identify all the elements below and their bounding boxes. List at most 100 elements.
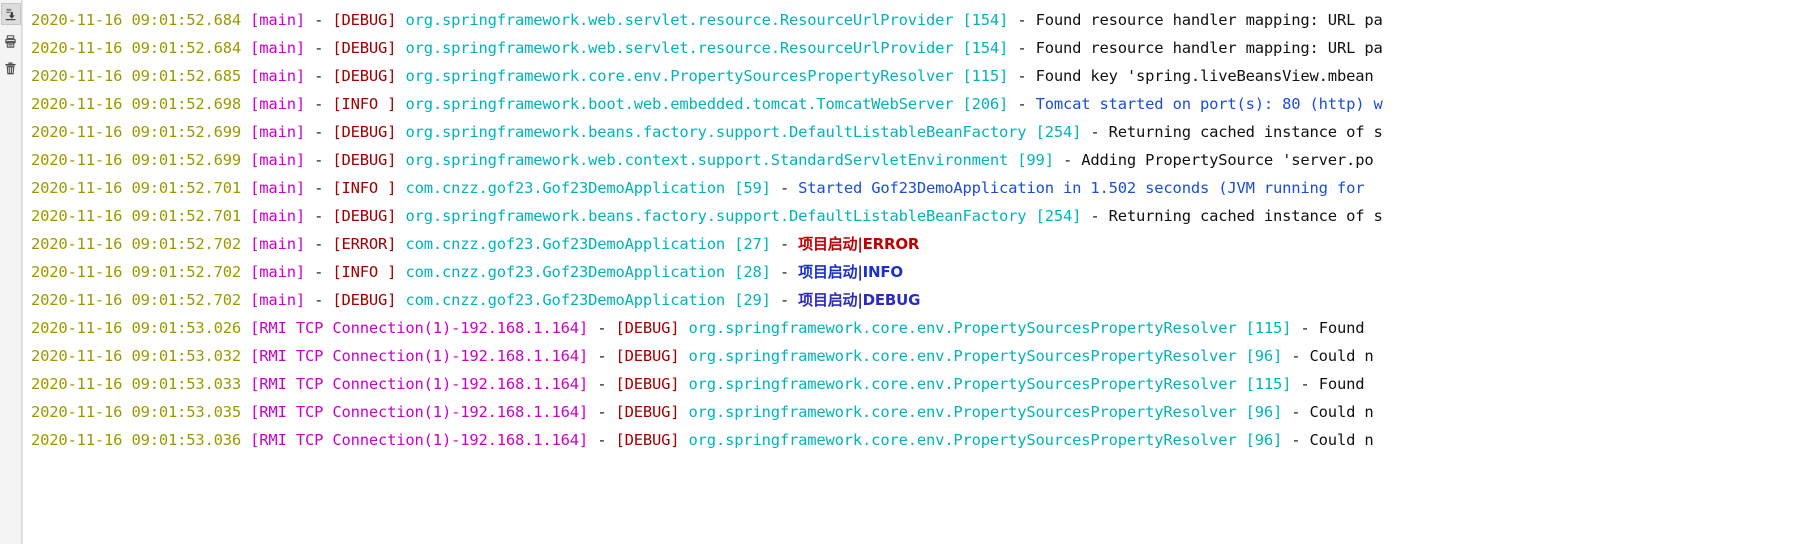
log-dash: - xyxy=(1282,431,1310,449)
log-lineno: [115] xyxy=(1245,375,1292,393)
log-sep: - xyxy=(588,403,616,421)
log-timestamp: 2020-11-16 09:01:53.036 xyxy=(31,431,242,449)
log-line[interactable]: 2020-11-16 09:01:53.032 [RMI TCP Connect… xyxy=(31,342,1810,370)
log-logger: com.cnzz.gof23.Gof23DemoApplication xyxy=(405,179,726,197)
log-line[interactable]: 2020-11-16 09:01:52.702 [main] - [DEBUG]… xyxy=(31,286,1810,314)
log-level: [DEBUG] xyxy=(615,403,680,421)
log-level: [DEBUG] xyxy=(615,431,680,449)
log-message: Started Gof23DemoApplication in 1.502 se… xyxy=(798,179,1374,197)
log-line[interactable]: 2020-11-16 09:01:52.684 [main] - [DEBUG]… xyxy=(31,6,1810,34)
log-timestamp: 2020-11-16 09:01:52.702 xyxy=(31,291,242,309)
log-logger: org.springframework.web.context.support.… xyxy=(405,151,1009,169)
log-message: Found resource handler mapping: URL pa xyxy=(1035,11,1383,29)
log-lineno: [29] xyxy=(734,291,771,309)
log-message: 项目启动|DEBUG xyxy=(798,291,921,309)
log-dash: - xyxy=(770,263,799,281)
log-line[interactable]: 2020-11-16 09:01:52.698 [main] - [INFO ]… xyxy=(31,90,1810,118)
log-dash: - xyxy=(1282,347,1310,365)
log-logger: org.springframework.core.env.PropertySou… xyxy=(405,67,954,85)
log-level: [DEBUG] xyxy=(332,291,397,309)
log-lineno: [154] xyxy=(962,11,1009,29)
log-message: Adding PropertySource 'server.po xyxy=(1081,151,1374,169)
log-thread: [main] xyxy=(250,67,305,85)
print-icon xyxy=(4,34,17,48)
log-thread: [RMI TCP Connection(1)-192.168.1.164] xyxy=(250,347,589,365)
log-lineno: [96] xyxy=(1245,431,1283,449)
log-lineno: [96] xyxy=(1245,347,1283,365)
log-line[interactable]: 2020-11-16 09:01:52.702 [main] - [INFO ]… xyxy=(31,258,1810,286)
log-line[interactable]: 2020-11-16 09:01:53.036 [RMI TCP Connect… xyxy=(31,426,1810,454)
log-logger: org.springframework.web.servlet.resource… xyxy=(405,39,954,57)
log-dash: - xyxy=(770,179,799,197)
log-line[interactable]: 2020-11-16 09:01:52.684 [main] - [DEBUG]… xyxy=(31,34,1810,62)
log-dash: - xyxy=(1008,67,1036,85)
log-logger: com.cnzz.gof23.Gof23DemoApplication xyxy=(405,235,726,253)
log-lineno: [206] xyxy=(962,95,1009,113)
log-dash: - xyxy=(1282,403,1310,421)
log-level: [DEBUG] xyxy=(615,319,680,337)
log-level: [DEBUG] xyxy=(615,375,680,393)
log-thread: [RMI TCP Connection(1)-192.168.1.164] xyxy=(250,403,589,421)
export-button[interactable] xyxy=(0,3,21,25)
log-thread: [RMI TCP Connection(1)-192.168.1.164] xyxy=(250,375,589,393)
log-line[interactable]: 2020-11-16 09:01:52.699 [main] - [DEBUG]… xyxy=(31,118,1810,146)
log-message: 项目启动|ERROR xyxy=(798,235,920,253)
log-level: [INFO ] xyxy=(332,179,397,197)
log-line[interactable]: 2020-11-16 09:01:52.685 [main] - [DEBUG]… xyxy=(31,62,1810,90)
log-dash: - xyxy=(1008,11,1036,29)
log-timestamp: 2020-11-16 09:01:52.699 xyxy=(31,123,242,141)
log-thread: [main] xyxy=(250,207,305,225)
log-lineno: [96] xyxy=(1245,403,1283,421)
log-sep: - xyxy=(588,431,616,449)
log-sep: - xyxy=(304,291,333,309)
delete-button[interactable] xyxy=(1,57,21,79)
log-sep: - xyxy=(588,319,616,337)
left-toolbar xyxy=(0,0,22,544)
log-level: [DEBUG] xyxy=(332,207,397,225)
log-line[interactable]: 2020-11-16 09:01:52.699 [main] - [DEBUG]… xyxy=(31,146,1810,174)
log-logger: com.cnzz.gof23.Gof23DemoApplication xyxy=(405,291,726,309)
log-message: Found resource handler mapping: URL pa xyxy=(1035,39,1383,57)
log-lineno: [27] xyxy=(734,235,771,253)
log-line[interactable]: 2020-11-16 09:01:52.701 [main] - [DEBUG]… xyxy=(31,202,1810,230)
log-level: [DEBUG] xyxy=(332,123,397,141)
log-message: Could n xyxy=(1309,347,1374,365)
log-logger: org.springframework.core.env.PropertySou… xyxy=(688,375,1237,393)
log-lineno: [254] xyxy=(1035,207,1082,225)
log-logger: com.cnzz.gof23.Gof23DemoApplication xyxy=(405,263,726,281)
log-sep: - xyxy=(304,207,333,225)
log-line[interactable]: 2020-11-16 09:01:53.035 [RMI TCP Connect… xyxy=(31,398,1810,426)
log-timestamp: 2020-11-16 09:01:52.684 xyxy=(31,11,242,29)
log-thread: [main] xyxy=(250,179,305,197)
log-timestamp: 2020-11-16 09:01:52.684 xyxy=(31,39,242,57)
log-logger: org.springframework.web.servlet.resource… xyxy=(405,11,954,29)
log-level: [DEBUG] xyxy=(332,151,397,169)
log-line[interactable]: 2020-11-16 09:01:52.701 [main] - [INFO ]… xyxy=(31,174,1810,202)
log-logger: org.springframework.beans.factory.suppor… xyxy=(405,207,1027,225)
log-sep: - xyxy=(304,235,333,253)
log-dash: - xyxy=(1081,123,1109,141)
log-timestamp: 2020-11-16 09:01:52.699 xyxy=(31,151,242,169)
log-logger: org.springframework.core.env.PropertySou… xyxy=(688,403,1237,421)
log-output-pane[interactable]: 2020-11-16 09:01:52.684 [main] - [DEBUG]… xyxy=(22,0,1810,544)
log-line[interactable]: 2020-11-16 09:01:53.033 [RMI TCP Connect… xyxy=(31,370,1810,398)
log-lineno: [115] xyxy=(962,67,1009,85)
log-message: Found xyxy=(1318,375,1374,393)
log-lineno: [59] xyxy=(734,179,771,197)
log-message: Found key 'spring.liveBeansView.mbean xyxy=(1035,67,1374,85)
log-dash: - xyxy=(770,235,799,253)
log-line[interactable]: 2020-11-16 09:01:52.702 [main] - [ERROR]… xyxy=(31,230,1810,258)
log-lineno: [154] xyxy=(962,39,1009,57)
log-timestamp: 2020-11-16 09:01:52.701 xyxy=(31,179,242,197)
trash-icon xyxy=(4,61,17,75)
log-sep: - xyxy=(304,11,333,29)
log-level: [DEBUG] xyxy=(332,11,397,29)
print-button[interactable] xyxy=(1,30,21,52)
log-viewer-window: 2020-11-16 09:01:52.684 [main] - [DEBUG]… xyxy=(0,0,1810,544)
log-sep: - xyxy=(304,123,333,141)
log-line[interactable]: 2020-11-16 09:01:53.026 [RMI TCP Connect… xyxy=(31,314,1810,342)
log-dash: - xyxy=(770,291,799,309)
log-message: Returning cached instance of s xyxy=(1108,207,1383,225)
log-dash: - xyxy=(1291,319,1319,337)
log-lineno: [254] xyxy=(1035,123,1082,141)
